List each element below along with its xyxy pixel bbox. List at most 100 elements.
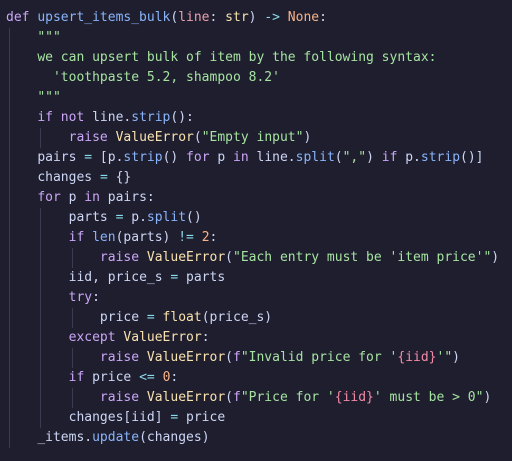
code-token: () xyxy=(162,150,187,165)
code-token: for xyxy=(186,150,218,165)
code-text: we can upsert bulk of item by the follow… xyxy=(6,50,436,65)
code-token: line. xyxy=(92,110,132,125)
code-token: line. xyxy=(256,150,296,165)
code-token: for xyxy=(37,190,69,205)
code-token: [p. xyxy=(92,150,124,165)
code-text: """ xyxy=(6,30,60,45)
code-line: def upsert_items_bulk(line: str) -> None… xyxy=(6,8,512,28)
code-token: split xyxy=(295,150,335,165)
code-token: ) xyxy=(248,10,265,25)
code-token: : xyxy=(209,230,218,245)
code-token: f xyxy=(233,390,241,405)
code-text: iid, price_s = parts xyxy=(6,270,226,285)
code-token: strip xyxy=(131,110,171,125)
code-token: parts xyxy=(178,270,226,285)
code-line: """ xyxy=(6,88,512,108)
code-token: upsert_items_bulk xyxy=(37,10,171,25)
code-token: (changes) xyxy=(139,430,210,445)
code-token: : xyxy=(170,370,179,385)
code-token: {} xyxy=(107,170,132,185)
code-token: strip xyxy=(123,150,163,165)
code-line: try: xyxy=(6,288,512,308)
code-token: raise xyxy=(99,350,147,365)
code-token: update xyxy=(92,430,140,445)
code-token: _items. xyxy=(37,430,93,445)
code-token: we can upsert bulk of item by the follow… xyxy=(37,50,437,65)
code-token: if xyxy=(381,150,406,165)
code-line: raise ValueError(f"Price for '{iid}' mus… xyxy=(6,388,512,408)
code-line: for p in pairs: xyxy=(6,188,512,208)
code-line: changes = {} xyxy=(6,168,512,188)
code-token: ValueError xyxy=(115,130,194,145)
code-token: ) xyxy=(452,350,460,365)
code-token: : xyxy=(201,330,210,345)
code-token: '" xyxy=(436,350,453,365)
code-token: ( xyxy=(225,390,233,405)
code-token: f xyxy=(233,350,241,365)
code-line: parts = p.split() xyxy=(6,208,512,228)
code-token: in xyxy=(84,190,108,205)
code-line: raise ValueError("Empty input") xyxy=(6,128,512,148)
code-token: parts xyxy=(68,210,116,225)
code-token: raise xyxy=(99,390,147,405)
code-line: if not line.strip(): xyxy=(6,108,512,128)
code-token: ()] xyxy=(460,150,484,165)
code-token: raise xyxy=(99,250,147,265)
code-token: p. xyxy=(123,210,147,225)
code-token: (parts) xyxy=(115,230,179,245)
code-token: """ xyxy=(37,90,61,105)
code-token: != xyxy=(178,230,194,245)
code-token: 2 xyxy=(201,230,210,245)
code-token: ( xyxy=(193,130,202,145)
code-token: 'toothpaste 5.2, shampoo 8.2' xyxy=(37,70,280,85)
code-token: len xyxy=(92,230,116,245)
code-text: _items.update(changes) xyxy=(6,430,210,445)
code-token: : xyxy=(92,290,100,305)
code-token: -> xyxy=(264,10,280,25)
code-token: ' must be > 0" xyxy=(373,390,484,405)
code-token: "Invalid price for ' xyxy=(240,350,398,365)
code-text: pairs = [p.strip() for p in line.split("… xyxy=(6,150,484,165)
code-text: except ValueError: xyxy=(6,330,210,345)
code-token: try xyxy=(68,290,93,305)
code-text: parts = p.split() xyxy=(6,210,202,225)
code-token: ( xyxy=(225,250,233,265)
code-token: () xyxy=(186,210,202,225)
code-line: """ xyxy=(6,28,512,48)
code-token: : xyxy=(319,10,327,25)
code-editor[interactable]: def upsert_items_bulk ( line: str) -> None… xyxy=(0,0,512,461)
code-token: ValueError xyxy=(123,330,202,345)
code-line: if len(parts) != 2: xyxy=(6,228,512,248)
code-token: ) xyxy=(491,250,500,265)
code-token: = xyxy=(84,150,93,165)
code-token: ) xyxy=(303,130,312,145)
code-token: in xyxy=(233,150,257,165)
code-token: raise xyxy=(68,130,116,145)
code-token: p xyxy=(68,190,85,205)
code-line: we can upsert bulk of item by the follow… xyxy=(6,48,512,68)
code-token: ValueError xyxy=(146,250,226,265)
code-text: for p in pairs: xyxy=(6,190,154,205)
code-token: def xyxy=(6,10,38,25)
code-token: "Price for ' xyxy=(240,390,335,405)
code-line: changes[iid] = price xyxy=(6,408,512,428)
code-text: if len(parts) != 2: xyxy=(6,230,218,245)
code-token: None xyxy=(287,10,320,25)
code-token: (price_s) xyxy=(201,310,273,325)
code-line: raise ValueError(f"Invalid price for '{i… xyxy=(6,348,512,368)
code-text: try: xyxy=(6,290,100,305)
code-token: "Empty input" xyxy=(201,130,304,145)
code-token: {iid} xyxy=(397,350,437,365)
code-token: str xyxy=(225,10,249,25)
code-token: float xyxy=(162,310,202,325)
code-text: price = float(price_s) xyxy=(6,310,272,325)
code-token: p xyxy=(217,150,234,165)
code-text: if price <= 0: xyxy=(6,370,179,385)
code-token: price xyxy=(92,370,140,385)
code-token: line xyxy=(178,10,210,25)
code-token: pairs xyxy=(37,150,85,165)
code-token: iid, price_s xyxy=(68,270,171,285)
code-text: """ xyxy=(6,90,61,105)
